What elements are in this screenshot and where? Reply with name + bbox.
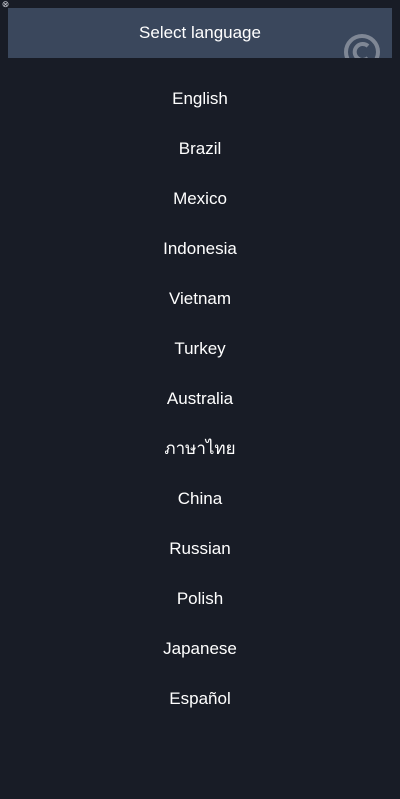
language-label: Brazil [178,139,222,158]
language-option-turkey[interactable]: Turkey [0,324,400,374]
language-header: Select language [8,8,392,58]
language-label: China [177,489,223,508]
language-option-polish[interactable]: Polish [0,574,400,624]
language-label: Indonesia [163,239,237,258]
language-option-brazil[interactable]: Brazil [0,124,400,174]
language-label: ภาษาไทย [164,439,236,458]
language-option-espanol[interactable]: Español [0,674,400,724]
language-option-russian[interactable]: Russian [0,524,400,574]
language-label: Japanese [163,639,237,658]
language-option-japanese[interactable]: Japanese [0,624,400,674]
language-option-indonesia[interactable]: Indonesia [0,224,400,274]
language-label: Turkey [174,339,226,358]
language-option-mexico[interactable]: Mexico [0,174,400,224]
language-option-vietnam[interactable]: Vietnam [0,274,400,324]
language-label: Mexico [173,189,227,208]
copyright-icon [344,34,380,58]
language-label: English [172,89,228,108]
language-label: Australia [166,389,234,408]
language-label: Español [169,689,231,708]
language-list: English Brazil Mexico Indonesia Vietnam … [0,74,400,724]
language-option-china[interactable]: China [0,474,400,524]
language-option-english[interactable]: English [0,74,400,124]
page-title: Select language [139,23,261,42]
language-label: Vietnam [168,289,232,308]
language-option-thai[interactable]: ภาษาไทย [0,424,400,474]
language-label: Russian [169,539,231,558]
language-label: Polish [176,589,224,608]
language-option-australia[interactable]: Australia [0,374,400,424]
